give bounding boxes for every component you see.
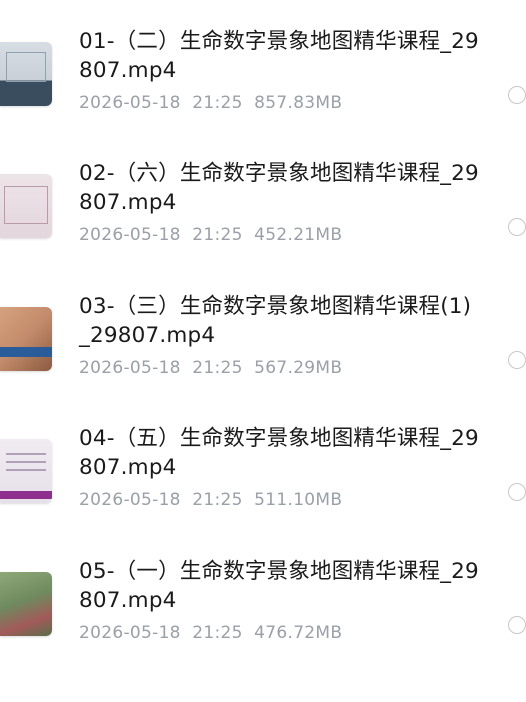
file-item[interactable]: 05-（一）生命数字景象地图精华课程_29807.mp4 2026-05-18 …	[0, 557, 526, 667]
file-time: 21:25	[192, 358, 243, 378]
file-item[interactable]: 02-（六）生命数字景象地图精华课程_29807.mp4 2026-05-18 …	[0, 159, 526, 269]
select-radio[interactable]	[508, 483, 526, 501]
video-thumbnail[interactable]	[0, 439, 52, 503]
file-meta: 2026-05-18 21:25 511.10MB	[79, 488, 342, 512]
file-time: 21:25	[192, 93, 243, 113]
file-name: 01-（二）生命数字景象地图精华课程_29807.mp4	[79, 29, 479, 83]
file-time: 21:25	[192, 225, 243, 245]
file-size: 567.29MB	[254, 358, 343, 378]
file-date: 2026-05-18	[79, 225, 181, 245]
file-name: 03-（三）生命数字景象地图精华课程(1)_29807.mp4	[79, 294, 472, 348]
video-thumbnail[interactable]	[0, 42, 52, 106]
video-thumbnail[interactable]	[0, 307, 52, 371]
file-date: 2026-05-18	[79, 623, 181, 643]
file-size: 476.72MB	[254, 623, 343, 643]
file-meta: 2026-05-18 21:25 857.83MB	[79, 91, 342, 115]
file-time: 21:25	[192, 490, 243, 510]
file-size: 857.83MB	[254, 93, 343, 113]
file-meta: 2026-05-18 21:25 476.72MB	[79, 621, 342, 645]
file-name: 05-（一）生命数字景象地图精华课程_29807.mp4	[79, 559, 479, 613]
file-date: 2026-05-18	[79, 358, 181, 378]
file-item[interactable]: 04-（五）生命数字景象地图精华课程_29807.mp4 2026-05-18 …	[0, 424, 526, 534]
file-name: 02-（六）生命数字景象地图精华课程_29807.mp4	[79, 161, 479, 215]
video-thumbnail[interactable]	[0, 174, 52, 238]
file-list: 01-（二）生命数字景象地图精华课程_29807.mp4 2026-05-18 …	[0, 0, 526, 702]
select-radio[interactable]	[508, 86, 526, 104]
file-meta: 2026-05-18 21:25 452.21MB	[79, 223, 342, 247]
file-item[interactable]: 01-（二）生命数字景象地图精华课程_29807.mp4 2026-05-18 …	[0, 27, 526, 137]
file-item[interactable]: 03-（三）生命数字景象地图精华课程(1)_29807.mp4 2026-05-…	[0, 292, 526, 402]
file-size: 452.21MB	[254, 225, 343, 245]
file-size: 511.10MB	[254, 490, 343, 510]
file-meta: 2026-05-18 21:25 567.29MB	[79, 356, 342, 380]
file-date: 2026-05-18	[79, 490, 181, 510]
select-radio[interactable]	[508, 218, 526, 236]
select-radio[interactable]	[508, 616, 526, 634]
file-date: 2026-05-18	[79, 93, 181, 113]
video-thumbnail[interactable]	[0, 572, 52, 636]
file-name: 04-（五）生命数字景象地图精华课程_29807.mp4	[79, 426, 479, 480]
select-radio[interactable]	[508, 351, 526, 369]
file-time: 21:25	[192, 623, 243, 643]
